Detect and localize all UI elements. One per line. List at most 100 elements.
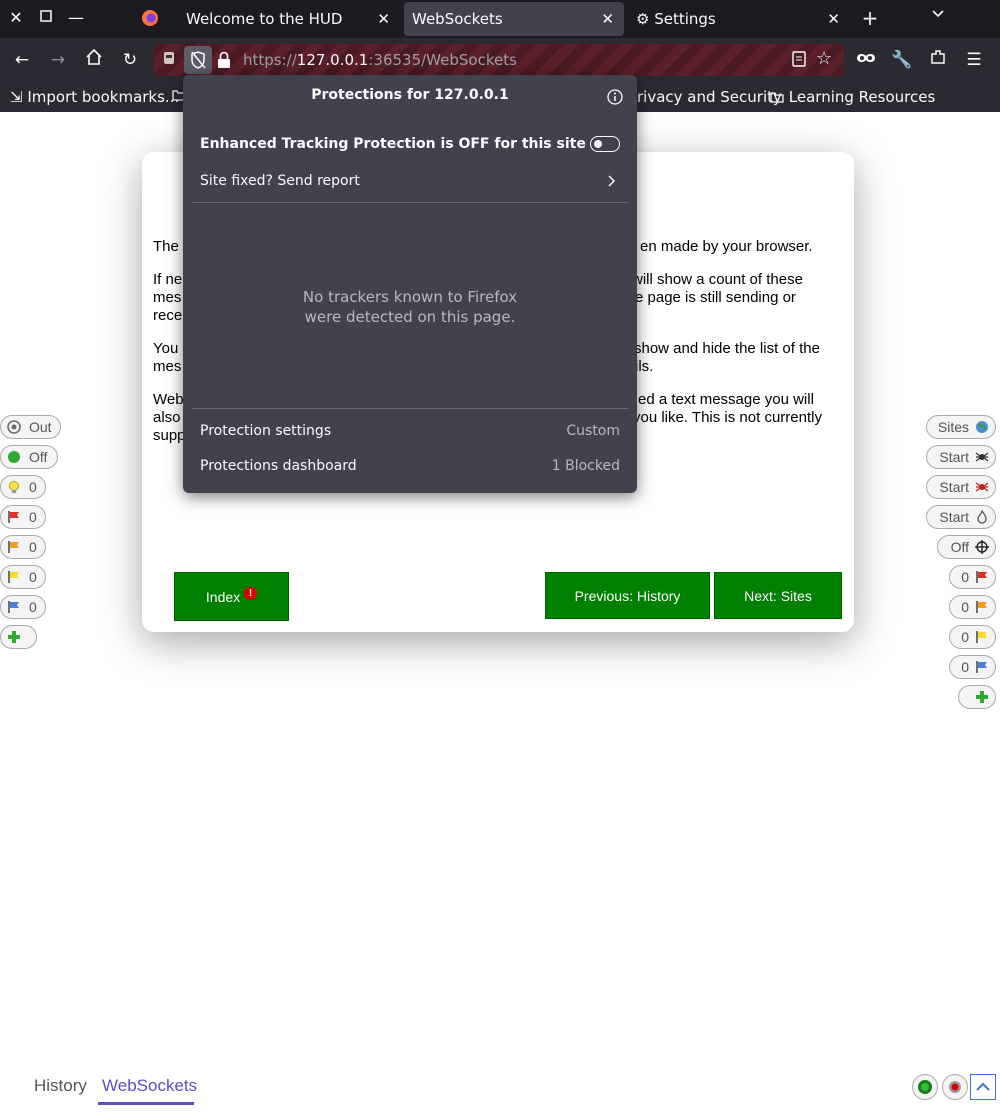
next-sites-button[interactable]: Next: Sites [714, 572, 842, 619]
minimize-window-icon[interactable]: — [66, 8, 86, 28]
protections-dashboard-link[interactable]: Protections dashboard [200, 458, 357, 474]
url-bar[interactable]: https://127.0.0.1:36535/WebSockets ☆ [154, 44, 844, 76]
lock-icon[interactable] [216, 51, 234, 69]
bookmark-learning-resources[interactable]: Learning Resources [770, 87, 935, 107]
bottom-tab-websockets[interactable]: WebSockets [102, 1076, 197, 1096]
info-icon[interactable] [607, 89, 623, 105]
bug-icon [949, 1081, 961, 1093]
new-tab-button[interactable]: + [860, 8, 880, 28]
hud-site-info-alerts[interactable]: 0 [949, 655, 996, 679]
expand-drawer-button[interactable] [970, 1074, 996, 1100]
tab-label: Settings [654, 10, 716, 28]
hud-sites[interactable]: Sites [926, 415, 996, 439]
forward-icon[interactable]: → [46, 48, 70, 72]
previous-history-button[interactable]: Previous: History [545, 572, 710, 619]
paragraph-text: ed a text message you will [638, 391, 814, 408]
folder-icon [770, 88, 789, 106]
tab-welcome[interactable]: Welcome to the HUD ✕ [174, 2, 400, 36]
chevron-right-icon[interactable] [606, 173, 618, 189]
hud-low-alerts[interactable]: 0 [0, 565, 46, 589]
send-report-label[interactable]: Site fixed? Send report [200, 173, 360, 189]
paragraph-text: ils. [635, 358, 654, 375]
paragraph-text: Web [153, 391, 184, 408]
bookmark-import[interactable]: ⇲ Import bookmarks... [10, 87, 179, 107]
etp-toggle[interactable] [590, 136, 620, 152]
paragraph-text: rece [153, 307, 183, 324]
blue-flag-icon [976, 661, 987, 673]
yellow-flag-icon [8, 571, 19, 583]
menu-icon[interactable]: ☰ [962, 48, 986, 72]
back-icon[interactable]: ← [10, 48, 34, 72]
firefox-view-icon[interactable] [140, 8, 162, 30]
chevron-up-icon [976, 1082, 990, 1091]
hud-add-tool-right[interactable] [958, 685, 996, 709]
protection-settings-link[interactable]: Protection settings [200, 423, 331, 439]
tab-settings[interactable]: ⚙ Settings ✕ [628, 2, 850, 36]
list-all-tabs-icon[interactable] [928, 6, 948, 26]
yellow-flag-icon [976, 631, 987, 643]
hud-high-alerts[interactable]: 0 [0, 505, 46, 529]
hud-page-alerts-out[interactable]: Out [0, 415, 61, 439]
bug-alert-button[interactable] [942, 1074, 968, 1100]
tab-label: WebSockets [412, 10, 503, 28]
popup-title: Protections for 127.0.0.1 [311, 87, 509, 103]
tab-bar: ✕ — Welcome to the HUD ✕ WebSockets ✕ ⚙ … [0, 0, 1000, 38]
bookmark-privacy-security[interactable]: rivacy and Security [637, 87, 782, 107]
wrench-icon[interactable]: 🔧 [890, 48, 914, 72]
protections-popup: Protections for 127.0.0.1 Enhanced Track… [183, 75, 637, 493]
paragraph-text: mes [153, 358, 182, 375]
hud-ajax-spider[interactable]: Start [926, 475, 996, 499]
bottom-tab-history[interactable]: History [34, 1076, 87, 1096]
maximize-window-icon[interactable] [36, 8, 56, 28]
tab-label: Welcome to the HUD [186, 10, 343, 28]
index-button[interactable]: Index ! [174, 572, 289, 621]
paragraph-text: en made by your browser. [640, 238, 813, 255]
ajax-spider-icon [975, 482, 989, 492]
orange-flag-icon [976, 601, 987, 613]
reader-view-icon[interactable] [790, 50, 810, 70]
url-text[interactable]: https://127.0.0.1:36535/WebSockets [243, 44, 517, 76]
hud-informational-alerts[interactable]: 0 [0, 595, 46, 619]
tab-close-icon[interactable]: ✕ [827, 2, 840, 36]
paragraph-text: The [153, 238, 179, 255]
paragraph-text: You [153, 340, 179, 357]
no-trackers-message: No trackers known to Firefox were detect… [302, 288, 518, 326]
paragraph-text: will show a count of these [632, 271, 803, 288]
bookmark-star-icon[interactable]: ☆ [816, 48, 838, 70]
hud-active-scan[interactable]: Start [926, 505, 996, 529]
extensions-icon[interactable] [926, 48, 950, 72]
green-status-button[interactable] [912, 1074, 938, 1100]
blue-flag-icon [8, 601, 19, 613]
hud-info-alerts[interactable]: 0 [0, 475, 46, 499]
hud-break-toggle[interactable]: Off [0, 445, 58, 469]
paragraph-text: show and hide the list of the [634, 340, 820, 357]
private-browsing-icon[interactable] [854, 48, 878, 72]
tab-close-icon[interactable]: ✕ [601, 2, 614, 36]
plus-icon [976, 691, 988, 703]
red-flag-icon [976, 571, 987, 583]
gear-icon: ⚙ [636, 10, 655, 28]
divider [192, 202, 628, 203]
divider [192, 408, 628, 409]
import-icon: ⇲ [10, 88, 28, 106]
hud-site-medium-alerts[interactable]: 0 [949, 595, 996, 619]
hud-attack-mode[interactable]: Off [937, 535, 996, 559]
blocked-count: 1 Blocked [551, 458, 620, 474]
green-dot-icon [8, 451, 20, 463]
reload-icon[interactable]: ↻ [118, 48, 142, 72]
hud-site-low-alerts[interactable]: 0 [949, 625, 996, 649]
close-window-icon[interactable]: ✕ [6, 8, 26, 28]
hud-spider[interactable]: Start [926, 445, 996, 469]
hud-medium-alerts[interactable]: 0 [0, 535, 46, 559]
hud-add-tool-left[interactable] [0, 625, 37, 649]
tab-websockets[interactable]: WebSockets ✕ [404, 2, 624, 36]
etp-status-label: Enhanced Tracking Protection is OFF for … [200, 136, 586, 152]
tab-close-icon[interactable]: ✕ [377, 2, 390, 36]
shield-icon[interactable] [184, 46, 212, 74]
paragraph-text: If ne [153, 271, 183, 288]
paragraph-text: you like. This is not currently [633, 409, 822, 426]
remote-control-icon[interactable] [160, 50, 180, 70]
hud-site-high-alerts[interactable]: 0 [949, 565, 996, 589]
home-icon[interactable] [82, 48, 106, 72]
paragraph-text: supp [153, 427, 186, 444]
